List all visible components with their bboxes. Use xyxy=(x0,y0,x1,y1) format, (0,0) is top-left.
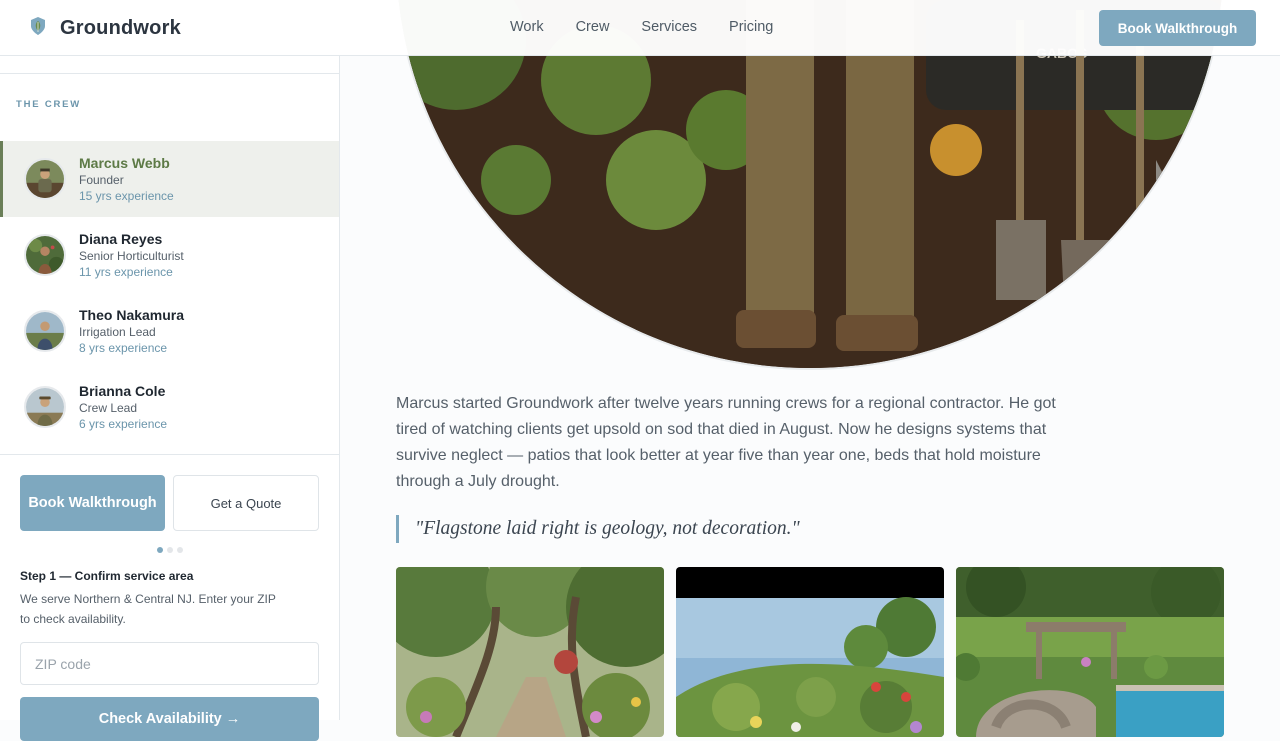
avatar xyxy=(24,234,66,276)
crew-role: Irrigation Lead xyxy=(79,325,156,339)
crew-name: Marcus Webb xyxy=(79,155,170,171)
crew-sidebar: THE CREW Marcus Webb Founder 15 yrs expe… xyxy=(0,56,340,741)
crew-role: Senior Horticulturist xyxy=(79,249,184,263)
step-dot xyxy=(167,547,173,553)
crew-name: Theo Nakamura xyxy=(79,307,185,323)
nav-link-services[interactable]: Services xyxy=(641,19,697,35)
sidebar-button-row: Book Walkthrough Get a Quote xyxy=(0,455,339,531)
site-header: Groundwork Work Crew Services Pricing Bo… xyxy=(0,0,1280,56)
crew-experience: 15 yrs experience xyxy=(79,189,174,203)
crew-experience: 8 yrs experience xyxy=(79,341,168,355)
logo[interactable]: Groundwork xyxy=(30,16,181,41)
crew-text: Marcus Webb Founder 15 yrs experience xyxy=(79,154,174,204)
main-nav: Work Crew Services Pricing xyxy=(510,19,773,35)
avatar xyxy=(24,310,66,352)
crew-role: Founder xyxy=(79,173,124,187)
project-gallery xyxy=(396,567,1224,737)
gallery-image-flower-garden[interactable] xyxy=(676,567,944,737)
book-walkthrough-button[interactable]: Book Walkthrough xyxy=(20,475,165,531)
crew-item-theo-nakamura[interactable]: Theo Nakamura Irrigation Lead 8 yrs expe… xyxy=(0,293,339,369)
nav-link-pricing[interactable]: Pricing xyxy=(729,19,773,35)
gallery-image-woodland-path[interactable] xyxy=(396,567,664,737)
check-availability-button[interactable]: Check Availability → xyxy=(20,697,319,741)
crew-item-brianna-cole[interactable]: Brianna Cole Crew Lead 6 yrs experience xyxy=(0,369,339,445)
step-title: Step 1 — Confirm service area xyxy=(20,569,194,583)
crew-item-diana-reyes[interactable]: Diana Reyes Senior Horticulturist 11 yrs… xyxy=(0,217,339,293)
crew-role: Crew Lead xyxy=(79,401,138,415)
avatar xyxy=(24,386,66,428)
sidebar-top-divider xyxy=(0,56,339,74)
crew-heading: THE CREW xyxy=(16,99,82,110)
crew-name: Diana Reyes xyxy=(79,231,163,247)
book-walkthrough-header-button[interactable]: Book Walkthrough xyxy=(1099,10,1256,46)
crew-text: Brianna Cole Crew Lead 6 yrs experience xyxy=(79,382,167,432)
nav-link-work[interactable]: Work xyxy=(510,19,544,35)
crew-bio: Marcus started Groundwork after twelve y… xyxy=(396,395,1056,490)
crew-experience: 6 yrs experience xyxy=(79,417,168,431)
shield-leaf-icon xyxy=(30,16,46,41)
zip-code-input[interactable] xyxy=(20,642,319,685)
crew-experience: 11 yrs experience xyxy=(79,265,173,279)
get-quote-button[interactable]: Get a Quote xyxy=(173,475,319,531)
nav-link-crew[interactable]: Crew xyxy=(576,19,610,35)
crew-profile-main: GABOS Marcus started Groundwork after tw… xyxy=(340,0,1280,737)
crew-item-marcus-webb[interactable]: Marcus Webb Founder 15 yrs experience xyxy=(0,141,339,217)
step-dot-active xyxy=(157,547,163,553)
avatar xyxy=(24,158,66,200)
crew-text: Diana Reyes Senior Horticulturist 11 yrs… xyxy=(79,230,184,280)
step-description: We serve Northern & Central NJ. Enter yo… xyxy=(20,592,276,626)
gallery-image-pool-patio[interactable] xyxy=(956,567,1224,737)
crew-name: Brianna Cole xyxy=(79,383,166,399)
brand-name: Groundwork xyxy=(60,17,181,39)
crew-quote: "Flagstone laid right is geology, not de… xyxy=(396,515,800,543)
step-dot xyxy=(177,547,183,553)
crew-text: Theo Nakamura Irrigation Lead 8 yrs expe… xyxy=(79,306,184,356)
